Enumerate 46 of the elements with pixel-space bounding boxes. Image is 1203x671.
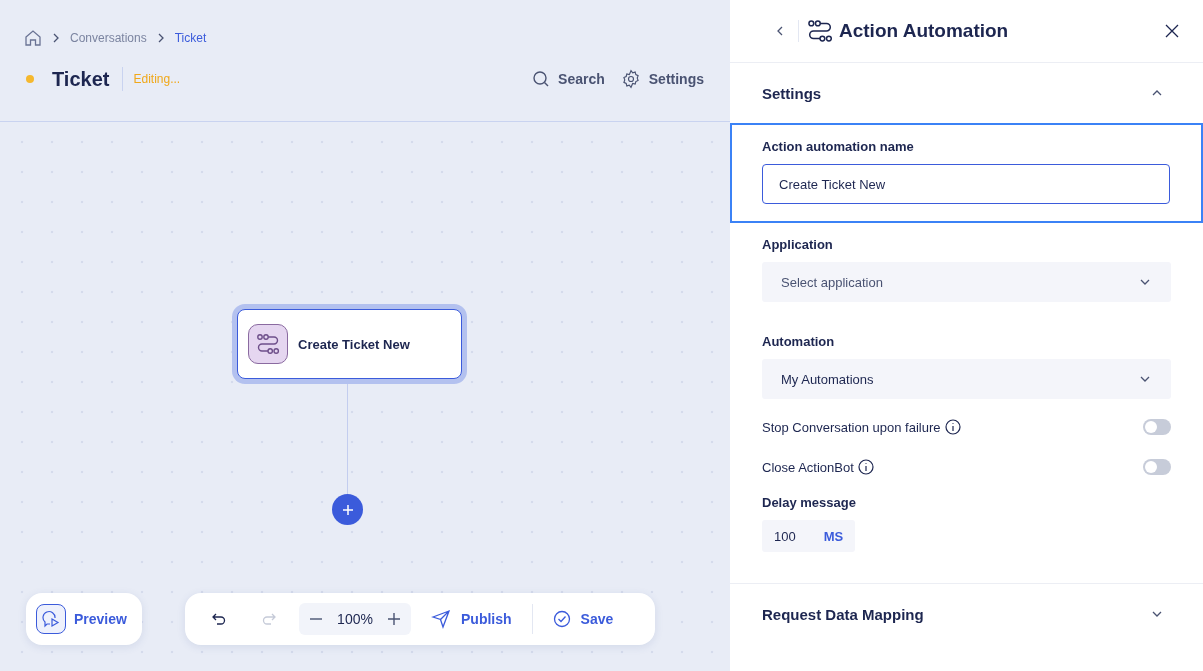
check-circle-icon (552, 610, 571, 628)
mapping-section-header[interactable]: Request Data Mapping (730, 584, 1203, 644)
toggle-label: Close ActionBot (762, 459, 854, 475)
settings-button[interactable]: Settings (618, 69, 706, 89)
dropdown-field[interactable]: Select application (762, 262, 1171, 302)
delay-value: 100 (774, 528, 796, 544)
page-title: Ticket (52, 67, 124, 91)
search-icon (532, 70, 551, 88)
toggle-label: Stop Conversation upon failure (762, 419, 941, 435)
undo-icon (211, 611, 227, 627)
panel-title: Action Automation (839, 20, 1009, 42)
breadcrumb-link[interactable]: Ticket (174, 31, 207, 45)
delay-input-field[interactable]: 100 MS (762, 520, 856, 552)
zoom-level: 100% (336, 611, 374, 627)
redo-icon (261, 611, 277, 627)
name-input-field[interactable]: Create Ticket New (762, 164, 1170, 204)
toggle-switch[interactable] (1143, 459, 1171, 475)
home-icon[interactable] (24, 29, 42, 47)
settings-icon (620, 69, 641, 89)
plus-icon (387, 612, 401, 626)
publish-button[interactable]: Publish (423, 609, 520, 629)
field-label: Action automation name (762, 139, 915, 154)
plus-icon (340, 502, 355, 517)
search-button[interactable]: Search (530, 70, 607, 88)
field-label: Delay message (762, 495, 857, 510)
info-icon (857, 459, 874, 475)
close-icon (1165, 24, 1179, 38)
automation-icon (256, 332, 280, 356)
field-label: Application (762, 237, 834, 252)
node-label: Create Ticket New (298, 336, 410, 352)
dropdown-value: Select application (781, 274, 884, 290)
info-icon (944, 419, 961, 435)
send-icon (431, 609, 451, 629)
add-step-button[interactable] (332, 494, 363, 525)
save-button[interactable]: Save (544, 610, 622, 628)
field-label: Automation (762, 334, 836, 349)
dropdown-value: My Automations (781, 371, 875, 387)
chat-play-icon (42, 610, 60, 628)
close-button[interactable] (1163, 22, 1181, 40)
toggle-switch[interactable] (1143, 419, 1171, 435)
dropdown-field[interactable]: My Automations (762, 359, 1171, 399)
settings-section-header[interactable]: Settings (730, 63, 1203, 123)
editing-status: Editing... (133, 72, 181, 86)
status-dot (26, 75, 34, 83)
automation-icon (807, 18, 833, 44)
delay-unit: MS (823, 528, 844, 544)
